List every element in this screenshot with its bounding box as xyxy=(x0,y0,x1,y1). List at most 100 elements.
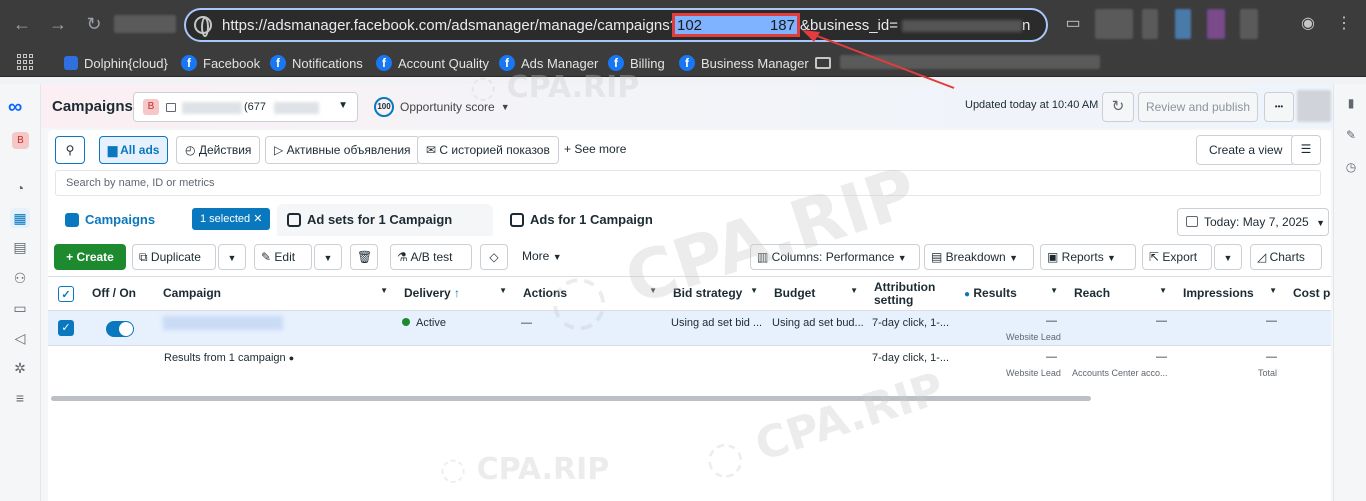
review-publish-button[interactable]: Review and publish xyxy=(1138,92,1258,122)
col-header-attribution[interactable]: Attribution setting xyxy=(866,277,956,311)
bookmark-dolphin[interactable]: Dolphin{cloud} xyxy=(64,54,168,72)
bookmark-notifications[interactable]: f Notifications xyxy=(270,54,363,72)
account-avatar[interactable]: B xyxy=(12,132,29,149)
create-view-button[interactable]: Create a view xyxy=(1196,135,1296,165)
date-range-button[interactable]: Today: May 7, 2025 ▼ xyxy=(1177,208,1329,236)
col-header-campaign[interactable]: Campaign ▼ xyxy=(155,277,396,311)
level-tabs: Campaigns 1 selected ✕ Ad sets for 1 Cam… xyxy=(55,204,1331,240)
menu-icon[interactable]: ⋮ xyxy=(1334,14,1354,34)
bookmark-business-manager[interactable]: f Business Manager xyxy=(679,54,809,72)
select-all-checkbox[interactable]: ✓ xyxy=(48,277,84,311)
charts-button[interactable]: ◿ Charts xyxy=(1250,244,1322,270)
col-header-cost[interactable]: Cost pe xyxy=(1285,277,1331,311)
duplicate-button[interactable]: ⧉ Duplicate xyxy=(132,244,216,270)
tag-button[interactable]: ◇ xyxy=(480,244,508,270)
filter-active-ads-button[interactable]: ▷ Активные объявления xyxy=(265,136,420,164)
summary-reach: — xyxy=(1156,351,1167,363)
bookmarks-bar: Dolphin{cloud} f Facebook f Notifications … xyxy=(0,49,1366,77)
profile-icon[interactable]: ◉ xyxy=(1298,14,1318,34)
history-clock-icon[interactable]: ◷ xyxy=(1343,160,1359,176)
close-icon[interactable]: ✕ xyxy=(253,213,262,225)
bookmark-facebook[interactable]: f Facebook xyxy=(181,54,260,72)
breakdown-button[interactable]: ▤ Breakdown ▼ xyxy=(924,244,1034,270)
bookmark-ads-manager[interactable]: f Ads Manager xyxy=(499,54,598,72)
account-selector[interactable]: B (677 ▼ xyxy=(133,92,358,122)
left-nav: ∞ B ◔ ▦ ▤ ⚇ ▭ ◁ ✲ ≡ xyxy=(0,84,41,501)
plus-icon: + xyxy=(564,142,575,156)
address-bar[interactable]: https://adsmanager.facebook.com/adsmanag… xyxy=(184,8,1048,42)
chevron-down-icon: ▼ xyxy=(850,286,858,295)
action-bar: + Create ⧉ Duplicate ▼ ✎ Edit ▼ 🗑 ⚗ A/B … xyxy=(54,244,1324,272)
pages-icon[interactable]: ▤ xyxy=(10,237,30,257)
forward-icon[interactable]: → xyxy=(46,12,70,36)
ab-test-button[interactable]: ⚗ A/B test xyxy=(390,244,472,270)
budget-cell: Using ad set bud... xyxy=(772,317,864,329)
opportunity-score[interactable]: 100 Opportunity score ▼ xyxy=(374,97,510,117)
adsets-tab-icon xyxy=(287,213,301,227)
tab-ads[interactable]: Ads for 1 Campaign xyxy=(500,204,720,236)
tab-adsets[interactable]: Ad sets for 1 Campaign xyxy=(277,204,493,236)
refresh-button[interactable]: ↻ xyxy=(1102,92,1134,122)
all-ads-button[interactable]: ▆ All ads xyxy=(99,136,169,164)
reload-icon[interactable]: ↻ xyxy=(82,12,106,36)
see-more-button[interactable]: + See more xyxy=(556,136,634,164)
search-button[interactable]: ⚲ xyxy=(55,136,85,164)
row-checkbox[interactable]: ✓ xyxy=(58,320,74,336)
col-header-reach[interactable]: Reach ▼ xyxy=(1066,277,1175,311)
site-info-icon[interactable] xyxy=(194,16,212,37)
filter-settings-button[interactable]: ☰ xyxy=(1291,135,1321,165)
export-dropdown[interactable]: ▼ xyxy=(1214,244,1242,270)
chevron-down-icon: ▼ xyxy=(1316,218,1325,228)
horizontal-scrollbar[interactable] xyxy=(51,396,1091,401)
audiences-icon[interactable]: ⚇ xyxy=(10,268,30,288)
summary-reach-sub: Accounts Center acco... xyxy=(1072,368,1168,378)
more-button[interactable]: More ▼ xyxy=(516,244,578,270)
col-header-bid-strategy[interactable]: Bid strategy ▼ xyxy=(665,277,766,311)
duplicate-dropdown[interactable]: ▼ xyxy=(218,244,246,270)
col-header-results[interactable]: ● Results ▼ xyxy=(956,277,1066,311)
campaign-toggle[interactable] xyxy=(106,321,134,337)
search-input[interactable]: Search by name, ID or metrics xyxy=(55,170,1321,196)
col-header-off-on[interactable]: Off / On xyxy=(84,277,155,311)
edit-dropdown[interactable]: ▼ xyxy=(314,244,342,270)
col-header-impressions[interactable]: Impressions ▼ xyxy=(1175,277,1285,311)
filter-history-button[interactable]: ✉ С историей показов xyxy=(417,136,559,164)
selected-pill[interactable]: 1 selected ✕ xyxy=(192,208,271,230)
blurred-extension xyxy=(1142,9,1158,39)
business-icon[interactable]: ✲ xyxy=(10,358,30,378)
opportunity-badge: 100 xyxy=(374,97,394,117)
back-icon[interactable]: ← xyxy=(10,12,34,36)
filter-actions-button[interactable]: ◴ Действия xyxy=(176,136,261,164)
bookmark-account-quality[interactable]: f Account Quality xyxy=(376,54,489,72)
col-header-actions[interactable]: Actions ▼ xyxy=(515,277,665,311)
chevron-down-icon: ▼ xyxy=(1009,253,1018,263)
meta-logo-icon[interactable]: ∞ xyxy=(8,96,22,119)
megaphone-icon[interactable]: ◁ xyxy=(10,328,30,348)
reports-button[interactable]: ▣ Reports ▼ xyxy=(1040,244,1136,270)
all-tools-menu-icon[interactable]: ≡ xyxy=(10,388,30,408)
columns-button[interactable]: ▥ Columns: Performance ▼ xyxy=(750,244,920,270)
edit-button[interactable]: ✎ Edit xyxy=(254,244,312,270)
create-button[interactable]: + Create xyxy=(54,244,126,270)
blurred-avatar xyxy=(1297,90,1331,122)
trash-icon: 🗑 xyxy=(357,250,373,264)
more-options-button[interactable]: ••• xyxy=(1264,92,1294,122)
blurred-campaign-name[interactable] xyxy=(163,316,283,330)
bookmark-folder[interactable] xyxy=(815,54,831,72)
col-header-delivery[interactable]: Delivery ↑ ▼ xyxy=(396,277,515,311)
export-button[interactable]: ⇱ Export xyxy=(1142,244,1212,270)
summary-impressions: — xyxy=(1266,351,1277,363)
col-header-budget[interactable]: Budget ▼ xyxy=(766,277,866,311)
dashboard-icon[interactable]: ◔ xyxy=(10,178,30,198)
apps-grid-icon[interactable] xyxy=(17,54,33,70)
camera-icon[interactable]: ▭ xyxy=(1063,14,1083,34)
tab-campaigns[interactable]: Campaigns 1 selected ✕ xyxy=(55,204,271,236)
table-row[interactable]: ✓ Active — Using ad set bid ... Using ad… xyxy=(48,311,1331,346)
chart-icon[interactable]: ▮ xyxy=(1343,96,1359,112)
campaigns-table-icon[interactable]: ▦ xyxy=(10,208,30,228)
reach-cell: — xyxy=(1156,315,1167,327)
billing-card-icon[interactable]: ▭ xyxy=(10,298,30,318)
delete-button[interactable]: 🗑 xyxy=(350,244,378,270)
pencil-icon[interactable]: ✎ xyxy=(1343,128,1359,144)
bookmark-billing[interactable]: f Billing xyxy=(608,54,665,72)
